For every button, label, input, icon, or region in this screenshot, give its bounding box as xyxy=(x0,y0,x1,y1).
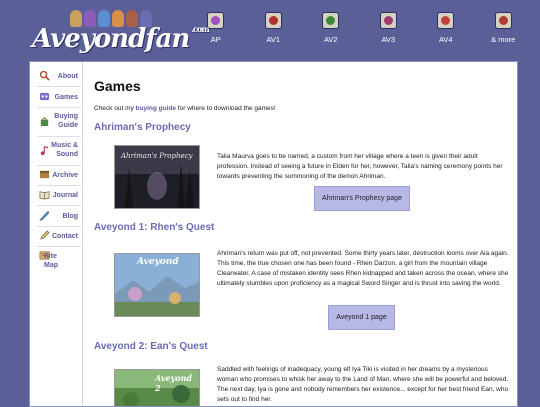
main-content: Games Check out my buying guide for wher… xyxy=(94,62,509,406)
game-title: Ahriman's Prophecy xyxy=(94,122,191,133)
game-description: Talia Maurva goes to be named, a custom … xyxy=(217,153,503,180)
magnifier-icon xyxy=(39,70,50,81)
intro-text: Check out my buying guide for where to d… xyxy=(94,105,276,112)
av2-game-icon xyxy=(322,12,340,29)
nav-av2[interactable]: AV2 xyxy=(302,12,360,44)
sidebar-item-music-sound[interactable]: Music & Sound xyxy=(37,136,81,166)
sidebar-item-label: Contact xyxy=(51,233,78,240)
nav-label: AV4 xyxy=(438,35,453,44)
sidebar-item-label: Games xyxy=(54,94,78,101)
game-description: Saddled with feelings of inadequacy, you… xyxy=(217,366,509,403)
game-title: Aveyond 1: Rhen's Quest xyxy=(94,222,215,233)
sidebar: About Games Buying Guide Music & Sound A… xyxy=(30,62,83,406)
cover-title: Aveyond 2 xyxy=(155,373,193,393)
nav-label: AP xyxy=(210,35,221,44)
game-description: Ahriman's return was put off, not preven… xyxy=(217,250,509,287)
top-nav: AP AV1 AV2 AV3 AV4 & more xyxy=(187,12,532,44)
content-panel: About Games Buying Guide Music & Sound A… xyxy=(29,61,518,407)
sidebar-item-label: Buying Guide xyxy=(54,113,78,129)
sidebar-item-archive[interactable]: Archive xyxy=(37,165,81,186)
journal-book-icon xyxy=(39,191,50,200)
cover-title: Aveyond xyxy=(137,257,179,267)
sidebar-item-label: Site Map xyxy=(44,253,58,269)
sidebar-item-label: About xyxy=(57,73,78,80)
nav-label: AV3 xyxy=(381,35,396,44)
sidebar-item-contact[interactable]: Contact xyxy=(37,226,81,247)
page-title: Games xyxy=(94,78,141,94)
more-games-icon xyxy=(494,12,512,29)
av4-game-icon xyxy=(437,12,455,29)
shopping-bag-icon xyxy=(40,117,49,127)
nav-label: AV2 xyxy=(323,35,338,44)
games-icon xyxy=(39,92,50,101)
contact-pencil-icon xyxy=(40,230,50,240)
av1-game-icon xyxy=(264,12,282,29)
sidebar-item-about[interactable]: About xyxy=(37,66,81,87)
archive-box-icon xyxy=(39,170,50,179)
site-header: Aveyondfan .com AP AV1 AV2 AV3 AV4 & more xyxy=(0,0,540,62)
ahrimans-prophecy-page-button[interactable]: Ahriman's Prophecy page xyxy=(314,186,410,211)
aveyond-1-cover[interactable]: Aveyond xyxy=(114,253,200,317)
ap-game-icon xyxy=(207,12,225,29)
nav-more[interactable]: & more xyxy=(475,12,533,44)
nav-ap[interactable]: AP xyxy=(187,12,245,44)
nav-av4[interactable]: AV4 xyxy=(417,12,475,44)
nav-av3[interactable]: AV3 xyxy=(360,12,418,44)
sidebar-item-blog[interactable]: Blog xyxy=(37,205,81,227)
ahrimans-prophecy-cover[interactable]: Ahriman's Prophecy xyxy=(114,145,200,209)
sidebar-item-label: Archive xyxy=(52,172,78,179)
game-title: Aveyond 2: Ean's Quest xyxy=(94,341,208,352)
cover-title: Ahriman's Prophecy xyxy=(121,152,193,160)
sidebar-item-label: Blog xyxy=(62,213,78,220)
quill-pen-icon xyxy=(39,211,49,221)
nav-label: AV1 xyxy=(266,35,281,44)
sidebar-item-site-map[interactable]: Site Map xyxy=(37,246,81,275)
nav-av1[interactable]: AV1 xyxy=(245,12,303,44)
buying-guide-link[interactable]: buying guide xyxy=(136,105,176,112)
sidebar-item-label: Music & Sound xyxy=(51,142,78,158)
aveyond-2-cover[interactable]: Aveyond 2 xyxy=(114,369,200,406)
sidebar-item-games[interactable]: Games xyxy=(37,86,81,108)
logo-text: Aveyondfan .com xyxy=(32,24,210,54)
sidebar-item-journal[interactable]: Journal xyxy=(37,185,81,206)
nav-label: & more xyxy=(491,35,516,44)
music-note-icon xyxy=(40,146,49,156)
sidebar-item-label: Journal xyxy=(52,192,78,199)
aveyond-1-page-button[interactable]: Aveyond 1 page xyxy=(328,305,395,330)
av3-game-icon xyxy=(379,12,397,29)
sidebar-item-buying-guide[interactable]: Buying Guide xyxy=(37,107,81,137)
